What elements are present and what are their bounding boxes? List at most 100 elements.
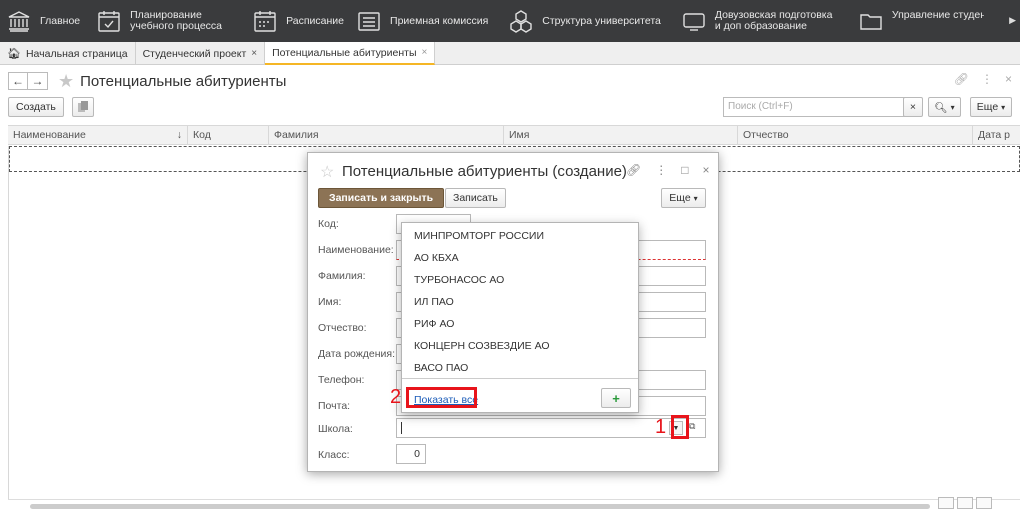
- nav-item-students[interactable]: Управление студенческим составом: [852, 0, 990, 42]
- tab-home-label: Начальная страница: [25, 47, 128, 60]
- grade-field[interactable]: 0: [396, 444, 426, 464]
- tab-close-icon[interactable]: ×: [422, 47, 428, 58]
- more-vertical-icon[interactable]: ⋮: [981, 72, 993, 86]
- nav-label-planning: Планирование учебного процесса: [130, 9, 223, 32]
- more-button[interactable]: Еще ▾: [970, 97, 1012, 117]
- nav-item-preuniversity[interactable]: Довузовская подготовка и доп образование: [675, 0, 846, 42]
- dialog-more-button[interactable]: Еще ▾: [661, 188, 706, 208]
- link-icon[interactable]: 🔗︎: [954, 72, 969, 86]
- pager-button[interactable]: [957, 497, 973, 509]
- nav-scroll-right-icon[interactable]: ▶: [1009, 15, 1016, 26]
- back-button[interactable]: ←: [8, 72, 28, 90]
- annotation-box-1: [671, 415, 689, 439]
- pager: [938, 497, 992, 509]
- building-columns-icon: [6, 8, 32, 34]
- nav-item-admission[interactable]: Приемная комиссия: [350, 0, 494, 42]
- birthdate-label: Дата рождения:: [318, 348, 395, 360]
- nav-label-structure: Структура университета: [542, 14, 661, 27]
- favorite-star-icon[interactable]: ☆: [320, 162, 334, 182]
- save-and-close-button[interactable]: Записать и закрыть: [318, 188, 445, 208]
- tab-close-icon[interactable]: ×: [251, 48, 257, 59]
- name-label: Наименование:: [318, 244, 394, 256]
- link-icon[interactable]: 🔗︎: [626, 163, 641, 177]
- search-icon: 🔍︎: [934, 101, 948, 114]
- dropdown-item[interactable]: КОНЦЕРН СОЗВЕЗДИЕ АО: [402, 335, 638, 357]
- dropdown-item[interactable]: ВАСО ПАО: [402, 357, 638, 379]
- dropdown-item[interactable]: РИФ АО: [402, 313, 638, 335]
- tab-student-project-label: Студенческий проект: [142, 47, 247, 60]
- more-button-label: Еще: [976, 101, 999, 113]
- chevron-down-icon: ▾: [693, 193, 698, 203]
- grade-label: Класс:: [318, 449, 350, 461]
- firstname-label: Имя:: [318, 296, 342, 308]
- monitor-icon: [681, 8, 707, 34]
- tab-bar: 🏠︎ Начальная страница Студенческий проек…: [0, 42, 1020, 65]
- folder-icon: [858, 8, 884, 34]
- school-dropdown-list: МИНПРОМТОРГ РОССИИ АО КБХА ТУРБОНАСОС АО…: [401, 222, 639, 413]
- tab-potential-applicants-label: Потенциальные абитуриенты: [272, 46, 417, 59]
- forward-button[interactable]: →: [28, 72, 48, 90]
- nav-label-students: Управление студенческим составом: [891, 10, 984, 21]
- nav-label-schedule: Расписание: [286, 14, 345, 27]
- maximize-icon[interactable]: □: [681, 163, 688, 177]
- search-button[interactable]: 🔍︎ ▾: [928, 97, 961, 117]
- chevron-down-icon: ▾: [1001, 102, 1006, 112]
- nav-item-planning[interactable]: Планирование учебного процесса: [90, 0, 246, 42]
- pager-button[interactable]: [938, 497, 954, 509]
- chevron-down-icon: ▾: [950, 102, 955, 112]
- column-header-name[interactable]: Наименование ↓: [8, 126, 188, 145]
- scrollbar-thumb[interactable]: [30, 504, 930, 509]
- dropdown-item[interactable]: МИНПРОМТОРГ РОССИИ: [402, 225, 638, 247]
- search-clear-button[interactable]: ×: [903, 97, 923, 117]
- dropdown-divider: [402, 378, 638, 379]
- dialog-more-label: Еще: [669, 192, 691, 204]
- horizontal-scrollbar[interactable]: [8, 499, 1020, 509]
- nav-label-preuniversity: Довузовская подготовка и доп образование: [714, 9, 833, 32]
- nav-label-main: Главное: [40, 14, 81, 27]
- nav-item-schedule[interactable]: Расписание: [246, 0, 350, 42]
- top-navigation: Главное Планирование учебного процесса Р…: [0, 0, 1020, 42]
- tab-potential-applicants[interactable]: Потенциальные абитуриенты ×: [265, 42, 436, 65]
- column-header-patronymic[interactable]: Отчество: [738, 126, 973, 145]
- tab-student-project[interactable]: Студенческий проект ×: [136, 42, 266, 65]
- school-label: Школа:: [318, 423, 353, 435]
- nav-item-structure[interactable]: Структура университета: [502, 0, 667, 42]
- close-icon[interactable]: ×: [702, 163, 709, 177]
- save-button[interactable]: Записать: [445, 188, 506, 208]
- dropdown-item[interactable]: АО КБХА: [402, 247, 638, 269]
- cubes-icon: [508, 8, 534, 34]
- phone-label: Телефон:: [318, 374, 365, 386]
- column-header-surname[interactable]: Фамилия: [269, 126, 504, 145]
- add-new-button[interactable]: +: [601, 388, 631, 408]
- page-header: ← → ★ Потенциальные абитуриенты: [8, 70, 286, 92]
- column-header-firstname[interactable]: Имя: [504, 126, 738, 145]
- page-tools: 🔗︎ ⋮ ×: [954, 72, 1012, 86]
- annotation-box-2: [406, 387, 477, 408]
- nav-label-admission: Приемная комиссия: [390, 14, 489, 27]
- close-icon[interactable]: ×: [1005, 72, 1012, 86]
- more-vertical-icon[interactable]: ⋮: [655, 163, 667, 177]
- nav-item-main[interactable]: Главное: [0, 0, 86, 42]
- column-header-birthdate[interactable]: Дата р: [973, 126, 1020, 145]
- dropdown-item[interactable]: ТУРБОНАСОС АО: [402, 269, 638, 291]
- list-icon: [356, 8, 382, 34]
- annotation-number-2: 2: [390, 386, 402, 408]
- text-caret: [401, 422, 402, 434]
- sort-down-icon: ↓: [176, 129, 182, 141]
- open-link-icon[interactable]: ⧉: [689, 421, 701, 435]
- table-header: Наименование ↓ Код Фамилия Имя Отчество …: [8, 125, 1020, 145]
- code-label: Код:: [318, 218, 339, 230]
- copy-icon[interactable]: [72, 97, 94, 117]
- tab-home[interactable]: 🏠︎ Начальная страница: [0, 42, 136, 65]
- dialog-title: Потенциальные абитуриенты (создание): [342, 163, 627, 180]
- pager-button[interactable]: [976, 497, 992, 509]
- column-header-code[interactable]: Код: [188, 126, 269, 145]
- list-toolbar: Создать Поиск (Ctrl+F) × 🔍︎ ▾ Еще ▾: [8, 97, 1012, 117]
- dialog-tools: 🔗︎ ⋮ □ ×: [626, 163, 710, 177]
- create-button[interactable]: Создать: [8, 97, 64, 117]
- dropdown-item[interactable]: ИЛ ПАО: [402, 291, 638, 313]
- surname-label: Фамилия:: [318, 270, 366, 282]
- search-input[interactable]: Поиск (Ctrl+F): [723, 97, 907, 117]
- home-icon: 🏠︎: [7, 48, 21, 60]
- favorite-star-icon[interactable]: ★: [58, 71, 74, 92]
